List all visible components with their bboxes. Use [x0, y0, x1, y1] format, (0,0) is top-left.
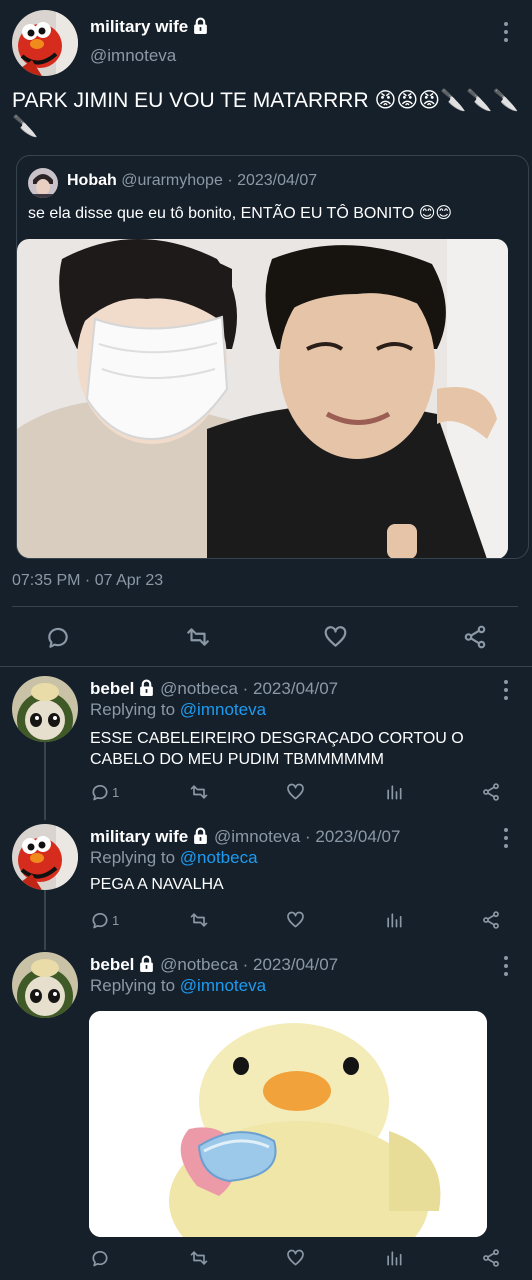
- thread-connector: [44, 740, 46, 820]
- date: · 2023/04/07: [304, 827, 401, 846]
- like-icon[interactable]: [285, 910, 306, 930]
- more-options-icon[interactable]: [500, 680, 512, 700]
- replying-to-handle[interactable]: @imnoteva: [180, 700, 266, 719]
- reply-count: 1: [112, 912, 120, 928]
- retweet-icon[interactable]: [188, 910, 210, 930]
- analytics-icon[interactable]: [384, 910, 404, 930]
- more-options-icon[interactable]: [500, 956, 512, 976]
- analytics-icon[interactable]: [384, 782, 404, 802]
- like-icon[interactable]: [322, 624, 349, 650]
- display-name[interactable]: bebel: [90, 955, 134, 974]
- lock-icon: [138, 679, 155, 701]
- reply-count: 1: [112, 784, 120, 800]
- reply-text: PEGA A NAVALHA: [90, 876, 224, 893]
- quoted-photo[interactable]: [17, 239, 508, 558]
- handle[interactable]: @imnoteva: [214, 827, 300, 846]
- share-icon[interactable]: [481, 910, 501, 930]
- replying-to-handle[interactable]: @notbeca: [180, 848, 258, 867]
- avatar-hobah: [28, 168, 58, 198]
- quoted-handle: @urarmyhope: [121, 172, 223, 189]
- thread-connector: [44, 888, 46, 950]
- main-tweet-header: military wife: [90, 17, 209, 39]
- more-options-icon[interactable]: [500, 828, 512, 848]
- reply-icon[interactable]: [90, 1248, 110, 1268]
- like-icon[interactable]: [285, 1248, 306, 1268]
- share-icon[interactable]: [481, 782, 501, 802]
- quoted-display-name: Hobah: [67, 172, 117, 189]
- retweet-icon[interactable]: [188, 782, 210, 802]
- quoted-tweet-card[interactable]: Hobah @urarmyhope · 2023/04/07 se ela di…: [16, 155, 529, 559]
- avatar-military-wife[interactable]: [12, 824, 78, 890]
- avatar-bebel[interactable]: [12, 952, 78, 1018]
- quoted-text: se ela disse que eu tô bonito, ENTÃO EU …: [28, 205, 453, 222]
- replying-to-label: Replying to: [90, 976, 176, 995]
- tweet-timestamp: 07:35 PM · 07 Apr 23: [12, 572, 164, 589]
- avatar-bebel[interactable]: [12, 676, 78, 742]
- retweet-icon[interactable]: [184, 624, 212, 650]
- reply-icon[interactable]: [45, 624, 71, 650]
- handle[interactable]: @notbeca: [160, 955, 238, 974]
- retweet-icon[interactable]: [188, 1248, 210, 1268]
- date: · 2023/04/07: [242, 955, 339, 974]
- like-icon[interactable]: [285, 782, 306, 802]
- reply-icon[interactable]: 1: [90, 910, 119, 930]
- lock-icon: [192, 827, 209, 849]
- lock-icon: [138, 955, 155, 977]
- reply-text: ESSE CABELEIREIRO DESGRAÇADO CORTOU O CA…: [90, 730, 464, 768]
- divider: [0, 666, 532, 667]
- tweet-text: PARK JIMIN EU VOU TE MATARRRR 😡😡😡🔪🔪🔪🔪: [12, 89, 519, 138]
- replying-to-label: Replying to: [90, 848, 176, 867]
- share-icon[interactable]: [481, 1248, 501, 1268]
- replying-to-label: Replying to: [90, 700, 176, 719]
- reply-icon[interactable]: 1: [90, 782, 119, 802]
- reply-photo[interactable]: [89, 1011, 487, 1237]
- handle[interactable]: @notbeca: [160, 679, 238, 698]
- share-icon[interactable]: [462, 624, 488, 650]
- divider: [12, 606, 518, 607]
- lock-icon: [192, 17, 209, 39]
- replying-to-handle[interactable]: @imnoteva: [180, 976, 266, 995]
- more-options-icon[interactable]: [500, 22, 512, 42]
- analytics-icon[interactable]: [384, 1248, 404, 1268]
- handle[interactable]: @imnoteva: [90, 46, 176, 66]
- display-name[interactable]: bebel: [90, 679, 134, 698]
- display-name[interactable]: military wife: [90, 17, 188, 36]
- display-name[interactable]: military wife: [90, 827, 188, 846]
- quoted-date: · 2023/04/07: [227, 172, 318, 189]
- date: · 2023/04/07: [242, 679, 339, 698]
- avatar-military-wife[interactable]: [12, 10, 78, 76]
